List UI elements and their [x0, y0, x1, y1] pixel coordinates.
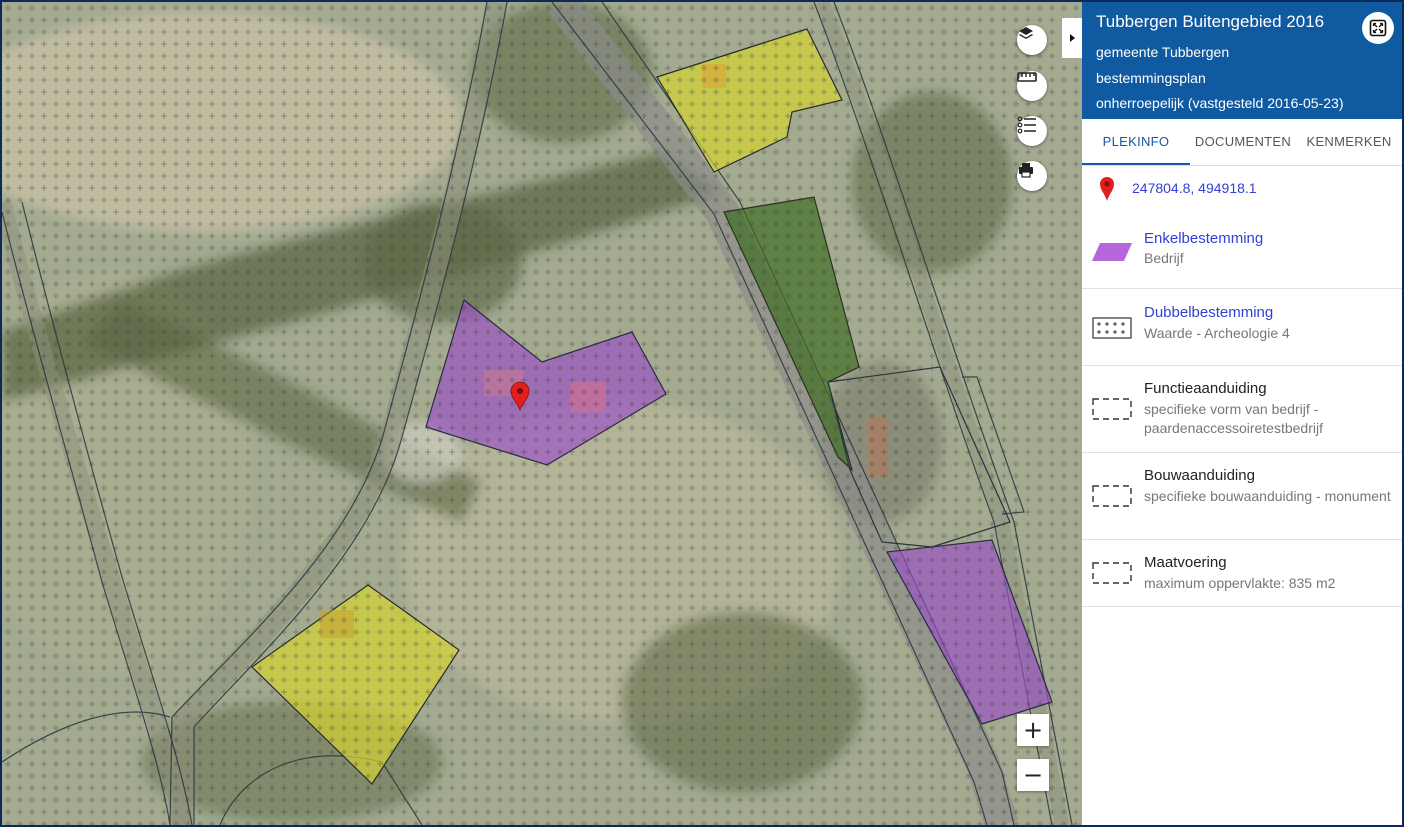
entry-dubbelbestemming[interactable]: Dubbelbestemming Waarde - Archeologie 4: [1082, 289, 1402, 366]
zoom-in-button[interactable]: +: [1017, 714, 1049, 746]
caret-right-icon: [1070, 34, 1075, 42]
entry-title: Maatvoering: [1144, 554, 1227, 571]
entry-title[interactable]: Enkelbestemming: [1144, 230, 1263, 247]
dashed-box-icon: [1092, 562, 1132, 584]
location-pin-icon: [1100, 177, 1114, 201]
entry-bouwaanduiding: Bouwaanduiding specifieke bouwaanduiding…: [1082, 453, 1402, 540]
map-canvas[interactable]: [2, 2, 1082, 825]
entry-subtitle: specifieke vorm van bedrijf - paardenacc…: [1144, 401, 1323, 436]
panel-tabs: PLEKINFO DOCUMENTEN KENMERKEN: [1082, 119, 1402, 166]
entry-title: Bouwaanduiding: [1144, 467, 1255, 484]
location-coordinates[interactable]: 247804.8, 494918.1: [1132, 180, 1257, 196]
ruler-icon[interactable]: [1017, 71, 1047, 101]
dashed-box-icon: [1092, 485, 1132, 507]
layers-icon[interactable]: [1017, 25, 1047, 55]
entry-subtitle: specifieke bouwaanduiding - monument: [1144, 488, 1391, 504]
entry-functieaanduiding: Functieaanduiding specifieke vorm van be…: [1082, 366, 1402, 453]
tab-documenten[interactable]: DOCUMENTEN: [1190, 119, 1296, 164]
zoom-out-button[interactable]: −: [1017, 759, 1049, 791]
print-icon[interactable]: [1017, 161, 1047, 191]
map-view[interactable]: + −: [2, 2, 1082, 825]
plan-header: Tubbergen Buitengebied 2016 gemeente Tub…: [1082, 2, 1402, 119]
entry-enkelbestemming[interactable]: Enkelbestemming Bedrijf: [1082, 218, 1402, 289]
dashed-box-icon: [1092, 398, 1132, 420]
plan-title: Tubbergen Buitengebied 2016: [1096, 12, 1325, 31]
plan-type: bestemmingsplan: [1096, 70, 1206, 86]
info-panel: Tubbergen Buitengebied 2016 gemeente Tub…: [1082, 2, 1402, 825]
collapse-panel-button[interactable]: [1062, 18, 1082, 58]
app-frame: + − Tubbergen Buitengebied 2016 gemeente…: [0, 0, 1404, 827]
entry-subtitle: maximum oppervlakte: 835 m2: [1144, 575, 1336, 591]
tab-kenmerken[interactable]: KENMERKEN: [1296, 119, 1402, 164]
entry-subtitle: Bedrijf: [1144, 250, 1184, 266]
plan-municipality: gemeente Tubbergen: [1096, 44, 1230, 60]
enkelbestemming-purple-swatch-icon: [1092, 243, 1132, 261]
fullscreen-button[interactable]: [1362, 12, 1394, 44]
legend-list-icon[interactable]: [1017, 116, 1047, 146]
tab-plekinfo[interactable]: PLEKINFO: [1082, 119, 1190, 165]
entry-title: Functieaanduiding: [1144, 380, 1267, 397]
archeologie-grid-icon: [1092, 317, 1132, 339]
fullscreen-icon: [1369, 19, 1387, 37]
entry-subtitle: Waarde - Archeologie 4: [1144, 325, 1290, 341]
entry-maatvoering: Maatvoering maximum oppervlakte: 835 m2: [1082, 540, 1402, 607]
entry-title[interactable]: Dubbelbestemming: [1144, 304, 1273, 321]
plan-status: onherroepelijk (vastgesteld 2016-05-23): [1096, 95, 1344, 111]
